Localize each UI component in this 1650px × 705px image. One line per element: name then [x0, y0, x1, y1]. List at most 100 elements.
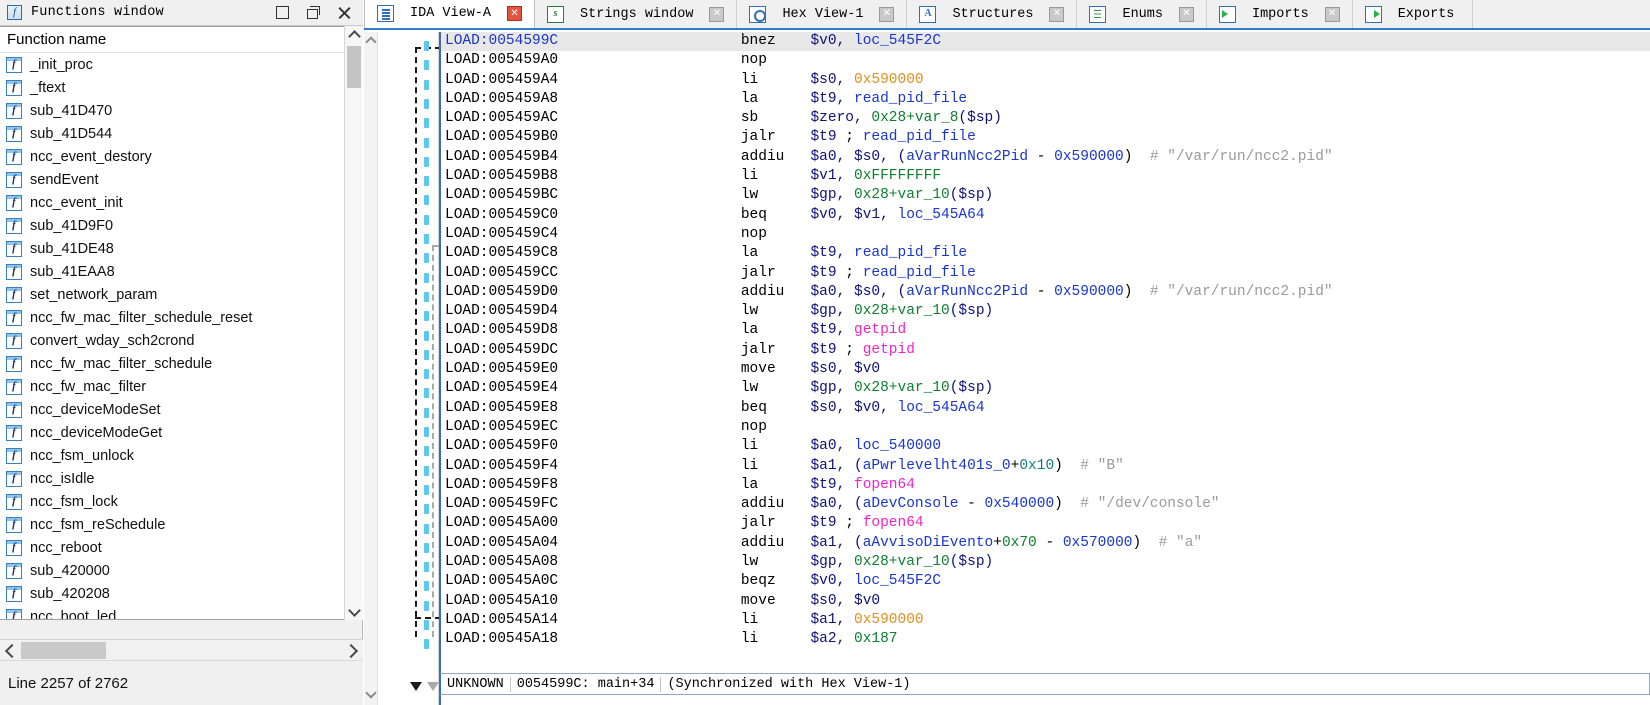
disassembly-line[interactable]: LOAD:00545A10 move $s0, $v0 [441, 592, 1650, 611]
function-list-item[interactable]: f sub_41D470 [0, 99, 363, 122]
disassembly-code[interactable]: LOAD:0054599C bnez $v0, loc_545F2C LOAD:0… [439, 32, 1650, 705]
tab-close-icon[interactable]: ✕ [507, 6, 523, 21]
instruction-marker-dot [424, 118, 429, 129]
disassembly-line[interactable]: LOAD:00545A04 addiu $a1, (aAvvisoDiEvent… [441, 534, 1650, 553]
function-list-vertical-scrollbar[interactable] [344, 26, 363, 620]
scroll-right-icon[interactable] [343, 640, 363, 661]
disassembly-line[interactable]: LOAD:0054599C bnez $v0, loc_545F2C [441, 32, 1650, 52]
function-list-item[interactable]: f sub_420000 [0, 559, 363, 582]
disassembly-line[interactable]: LOAD:00545A00 jalr $t9 ; fopen64 [441, 514, 1650, 533]
function-list-item[interactable]: f ncc_event_destory [0, 145, 363, 168]
tab-close-icon[interactable]: ✕ [879, 6, 895, 22]
gutter-scroll-up-icon[interactable] [365, 36, 377, 48]
function-list-item[interactable]: f sendEvent [0, 168, 363, 191]
disassembly-line[interactable]: LOAD:005459C4 nop [441, 225, 1650, 244]
disassembly-line[interactable]: LOAD:00545A08 lw $gp, 0x28+var_10($sp) [441, 553, 1650, 572]
operand-token: ; [845, 129, 863, 146]
function-list-item[interactable]: f ncc_reboot [0, 536, 363, 559]
gutter-scroll-down-icon[interactable] [365, 687, 377, 699]
function-list-item[interactable]: f sub_41D9F0 [0, 214, 363, 237]
disassembly-line[interactable]: LOAD:005459CC jalr $t9 ; read_pid_file [441, 264, 1650, 283]
disassembly-line[interactable]: LOAD:005459F0 li $a0, loc_540000 [441, 437, 1650, 456]
function-list-item[interactable]: f _init_proc [0, 53, 363, 76]
scroll-left-icon[interactable] [0, 640, 20, 661]
function-list-item[interactable]: f ncc_deviceModeSet [0, 398, 363, 421]
column-header-function-name[interactable]: Function name [0, 27, 363, 53]
disassembly-line[interactable]: LOAD:005459B8 li $v1, 0xFFFFFFFF [441, 167, 1650, 186]
tab-close-icon[interactable]: ✕ [709, 6, 725, 22]
disassembly-line[interactable]: LOAD:005459F4 li $a1, (aPwrlevelht401s_0… [441, 457, 1650, 476]
function-icon: f [6, 355, 22, 372]
disassembly-line[interactable]: LOAD:005459B0 jalr $t9 ; read_pid_file [441, 128, 1650, 147]
function-list-item[interactable]: f convert_wday_sch2crond [0, 329, 363, 352]
tab-hex-view-1[interactable]: Hex View-1 ✕ [737, 0, 908, 28]
disassembly-line[interactable]: LOAD:005459E4 lw $gp, 0x28+var_10($sp) [441, 379, 1650, 398]
view-tabbar[interactable]: IDA View-A ✕ s Strings window ✕ Hex View-1 ✕ A S… [364, 0, 1650, 30]
line-address: LOAD:005459C8 [445, 245, 559, 262]
function-list-item[interactable]: f ncc_fw_mac_filter_schedule [0, 352, 363, 375]
line-mnemonic: jalr [740, 129, 776, 146]
function-list-item[interactable]: f ncc_boot_led [0, 605, 363, 620]
disassembly-line[interactable]: LOAD:005459A8 la $t9, read_pid_file [441, 90, 1650, 109]
function-list-item[interactable]: f ncc_deviceModeGet [0, 421, 363, 444]
scroll-down-icon[interactable] [345, 602, 363, 620]
function-list[interactable]: f _init_proc f _ftext f sub_41D470 f sub_41D544… [0, 53, 363, 620]
gutter-scrollbar[interactable] [364, 32, 378, 705]
disassembly-line[interactable]: LOAD:00545A14 li $a1, 0x590000 [441, 611, 1650, 630]
hscrollbar-thumb[interactable] [21, 642, 106, 659]
disassembly-line[interactable]: LOAD:005459C8 la $t9, read_pid_file [441, 244, 1650, 263]
tab-structures[interactable]: A Structures ✕ [907, 0, 1078, 28]
disassembly-line[interactable]: LOAD:005459E0 move $s0, $v0 [441, 360, 1650, 379]
disassembly-line[interactable]: LOAD:005459FC addiu $a0, (aDevConsole - … [441, 495, 1650, 514]
cascade-button[interactable] [307, 6, 320, 19]
line-address: LOAD:005459A0 [445, 52, 559, 69]
tab-exports[interactable]: Exports [1352, 0, 1474, 28]
function-list-item[interactable]: f sub_41DE48 [0, 237, 363, 260]
close-icon[interactable] [338, 6, 351, 19]
function-list-item[interactable]: f sub_420208 [0, 582, 363, 605]
disassembly-line[interactable]: LOAD:005459EC nop [441, 418, 1650, 437]
function-list-item[interactable]: f set_network_param [0, 283, 363, 306]
function-list-item[interactable]: f ncc_fsm_lock [0, 490, 363, 513]
disassembly-line[interactable]: LOAD:005459A0 nop [441, 51, 1650, 70]
instruction-marker-dot [424, 600, 429, 611]
instruction-marker-dot [424, 234, 429, 244]
disassembly-line[interactable]: LOAD:00545A18 li $a2, 0x187 [441, 630, 1650, 649]
disassembly-line[interactable]: LOAD:005459D8 la $t9, getpid [441, 321, 1650, 340]
function-list-item[interactable]: f ncc_fw_mac_filter [0, 375, 363, 398]
function-list-item[interactable]: f ncc_isIdle [0, 467, 363, 490]
tab-strings-window[interactable]: s Strings window ✕ [535, 0, 738, 28]
tab-ida-view-a[interactable]: IDA View-A ✕ [364, 0, 536, 28]
function-list-item[interactable]: f sub_41EAA8 [0, 260, 363, 283]
code-line-list[interactable]: LOAD:0054599C bnez $v0, loc_545F2C LOAD:0… [441, 32, 1650, 650]
disassembly-line[interactable]: LOAD:005459C0 beq $v0, $v1, loc_545A64 [441, 206, 1650, 225]
function-list-item[interactable]: f ncc_event_init [0, 191, 363, 214]
restore-button[interactable] [276, 6, 289, 19]
disassembly-line[interactable]: LOAD:005459B4 addiu $a0, $s0, (aVarRunNc… [441, 148, 1650, 167]
function-list-item[interactable]: f sub_41D544 [0, 122, 363, 145]
scrollbar-thumb[interactable] [347, 46, 361, 88]
tab-close-icon[interactable]: ✕ [1178, 6, 1194, 22]
disassembly-line[interactable]: LOAD:005459D0 addiu $a0, $s0, (aVarRunNc… [441, 283, 1650, 302]
disassembly-line[interactable]: LOAD:005459D4 lw $gp, 0x28+var_10($sp) [441, 302, 1650, 321]
tab-close-icon[interactable]: ✕ [1049, 6, 1065, 22]
function-list-item[interactable]: f ncc_fw_mac_filter_schedule_reset [0, 306, 363, 329]
tab-close-icon[interactable]: ✕ [1324, 6, 1340, 22]
disassembly-line[interactable]: LOAD:005459DC jalr $t9 ; getpid [441, 341, 1650, 360]
disassembly-line[interactable]: LOAD:005459AC sb $zero, 0x28+var_8($sp) [441, 109, 1650, 128]
disassembly-line[interactable]: LOAD:005459E8 beq $s0, $v0, loc_545A64 [441, 399, 1650, 418]
operand-token: $s0, $v0 [810, 361, 881, 378]
function-icon: f [6, 102, 22, 119]
disassembly-line[interactable]: LOAD:005459F8 la $t9, fopen64 [441, 476, 1650, 495]
disassembly-line[interactable]: LOAD:00545A0C beqz $v0, loc_545F2C [441, 572, 1650, 591]
function-name-label: ncc_boot_led [30, 608, 117, 620]
function-list-item[interactable]: f ncc_fsm_reSchedule [0, 513, 363, 536]
tab-imports[interactable]: Imports ✕ [1206, 0, 1353, 28]
function-list-item[interactable]: f _ftext [0, 76, 363, 99]
tab-enums[interactable]: Enums ✕ [1077, 0, 1207, 28]
disassembly-line[interactable]: LOAD:005459BC lw $gp, 0x28+var_10($sp) [441, 186, 1650, 205]
function-list-item[interactable]: f ncc_fsm_unlock [0, 444, 363, 467]
scroll-up-icon[interactable] [345, 26, 363, 44]
function-list-horizontal-scrollbar[interactable] [0, 639, 363, 660]
disassembly-line[interactable]: LOAD:005459A4 li $s0, 0x590000 [441, 71, 1650, 90]
